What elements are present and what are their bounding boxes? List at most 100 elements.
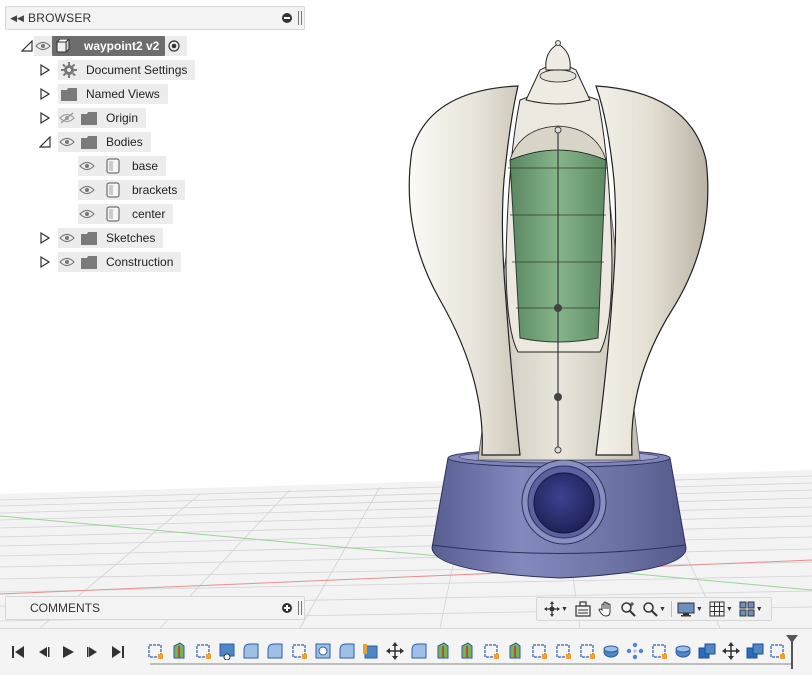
body-icon	[104, 180, 122, 200]
eye-icon[interactable]	[58, 252, 76, 272]
browser-panel-header[interactable]: ◀◀ BROWSER	[5, 6, 305, 30]
folder-icon	[80, 228, 98, 248]
minimize-browser-icon[interactable]	[282, 13, 292, 23]
eye-icon[interactable]	[58, 132, 76, 152]
expand-triangle-icon[interactable]	[38, 84, 52, 104]
skip-start-icon[interactable]	[9, 643, 27, 661]
tree-item-body-base[interactable]: base	[78, 156, 167, 176]
tree-root[interactable]: waypoint2 v2	[20, 36, 188, 56]
eye-icon[interactable]	[78, 204, 96, 224]
collapse-panel-icon[interactable]: ◀◀	[6, 13, 28, 24]
collapse-triangle-icon[interactable]	[20, 36, 34, 56]
fit-icon[interactable]: ▼	[639, 598, 669, 620]
extrude-feature-icon[interactable]	[361, 641, 381, 661]
tree-item-document-settings[interactable]: Document Settings	[38, 60, 196, 80]
comments-title: COMMENTS	[30, 601, 100, 615]
sketch-feature-icon[interactable]	[649, 641, 669, 661]
tree-item-label: Named Views	[86, 87, 160, 101]
orbit-icon[interactable]: ▼	[541, 598, 571, 620]
zoom-icon[interactable]	[617, 598, 639, 620]
display-settings-icon[interactable]: ▼	[674, 598, 706, 620]
move-feature-icon[interactable]	[721, 641, 741, 661]
sketch-feature-icon[interactable]	[767, 641, 787, 661]
tree-item-label: Document Settings	[86, 63, 188, 77]
tree-item-label: brackets	[132, 183, 178, 197]
folder-icon	[80, 108, 98, 128]
timeline-marker[interactable]	[786, 635, 798, 669]
rod-node-bottom	[554, 446, 562, 454]
eye-icon[interactable]	[78, 156, 96, 176]
skip-end-icon[interactable]	[109, 643, 127, 661]
sketch-feature-icon[interactable]	[553, 641, 573, 661]
rod-node-low	[554, 393, 562, 401]
tree-item-construction[interactable]: Construction	[38, 252, 182, 272]
play-icon[interactable]	[59, 643, 77, 661]
rod-node-mid	[554, 304, 562, 312]
expand-triangle-icon[interactable]	[38, 108, 52, 128]
timeline-track[interactable]	[150, 663, 792, 665]
tree-item-named-views[interactable]: Named Views	[38, 84, 168, 104]
viewports-icon[interactable]: ▼	[736, 598, 766, 620]
fillet-feature-icon[interactable]	[337, 641, 357, 661]
folder-icon	[80, 252, 98, 272]
step-back-icon[interactable]	[34, 643, 52, 661]
expand-triangle-icon[interactable]	[38, 228, 52, 248]
add-comment-icon[interactable]	[282, 603, 292, 613]
extrude-feature-icon[interactable]	[457, 641, 477, 661]
combine-feature-icon[interactable]	[697, 641, 717, 661]
extrude-feature-icon[interactable]	[433, 641, 453, 661]
eye-hidden-icon[interactable]	[58, 108, 76, 128]
tree-item-body-brackets[interactable]: brackets	[78, 180, 186, 200]
pan-icon[interactable]	[595, 598, 617, 620]
body-icon	[104, 204, 122, 224]
sketch-feature-icon[interactable]	[577, 641, 597, 661]
tree-item-label: Construction	[106, 255, 174, 269]
combine-feature-icon[interactable]	[745, 641, 765, 661]
comments-panel[interactable]: COMMENTS	[5, 596, 305, 620]
fillet-feature-icon[interactable]	[241, 641, 261, 661]
extrude-feature-icon[interactable]	[505, 641, 525, 661]
sketch-feature-icon[interactable]	[481, 641, 501, 661]
tree-item-origin[interactable]: Origin	[38, 108, 147, 128]
panel-grip-icon[interactable]	[298, 601, 302, 615]
sketch-feature-icon[interactable]	[193, 641, 213, 661]
eye-icon[interactable]	[78, 180, 96, 200]
panel-grip-icon[interactable]	[298, 11, 302, 25]
look-at-icon[interactable]	[571, 598, 595, 620]
tree-item-sketches[interactable]: Sketches	[38, 228, 164, 248]
fillet-feature-icon[interactable]	[265, 641, 285, 661]
tree-item-bodies[interactable]: Bodies	[38, 132, 151, 152]
expand-triangle-icon[interactable]	[38, 252, 52, 272]
fillet-feature-icon[interactable]	[409, 641, 429, 661]
tree-item-label: Sketches	[106, 231, 156, 245]
eye-icon[interactable]	[34, 36, 52, 56]
rod-node-top	[554, 126, 562, 134]
grid-icon[interactable]: ▼	[706, 598, 736, 620]
hole-feature-icon[interactable]	[217, 641, 237, 661]
component-icon	[55, 37, 71, 54]
pattern-feature-icon[interactable]	[625, 641, 645, 661]
eye-icon[interactable]	[58, 228, 76, 248]
radio-activate-icon[interactable]	[165, 36, 183, 56]
browser-title: BROWSER	[28, 11, 92, 25]
navigation-toolbar: ▼ ▼ ▼ ▼ ▼	[536, 597, 772, 621]
tree-item-label: Bodies	[106, 135, 143, 149]
sketch-feature-icon[interactable]	[529, 641, 549, 661]
revolve-feature-icon[interactable]	[601, 641, 621, 661]
extrude-feature-icon[interactable]	[169, 641, 189, 661]
tree-item-label: center	[132, 207, 166, 221]
revolve-feature-icon[interactable]	[673, 641, 693, 661]
sketch-feature-icon[interactable]	[145, 641, 165, 661]
root-component-chip[interactable]: waypoint2 v2	[52, 36, 166, 56]
tree-item-body-center[interactable]: center	[78, 204, 174, 224]
sketch-feature-icon[interactable]	[289, 641, 309, 661]
collapse-triangle-icon[interactable]	[38, 132, 52, 152]
base-body	[431, 448, 687, 579]
toolbar-separator	[670, 601, 672, 617]
expand-triangle-icon[interactable]	[38, 60, 52, 80]
left-petal	[408, 85, 521, 456]
shell-feature-icon[interactable]	[313, 641, 333, 661]
folder-icon	[80, 132, 98, 152]
step-forward-icon[interactable]	[84, 643, 102, 661]
move-feature-icon[interactable]	[385, 641, 405, 661]
